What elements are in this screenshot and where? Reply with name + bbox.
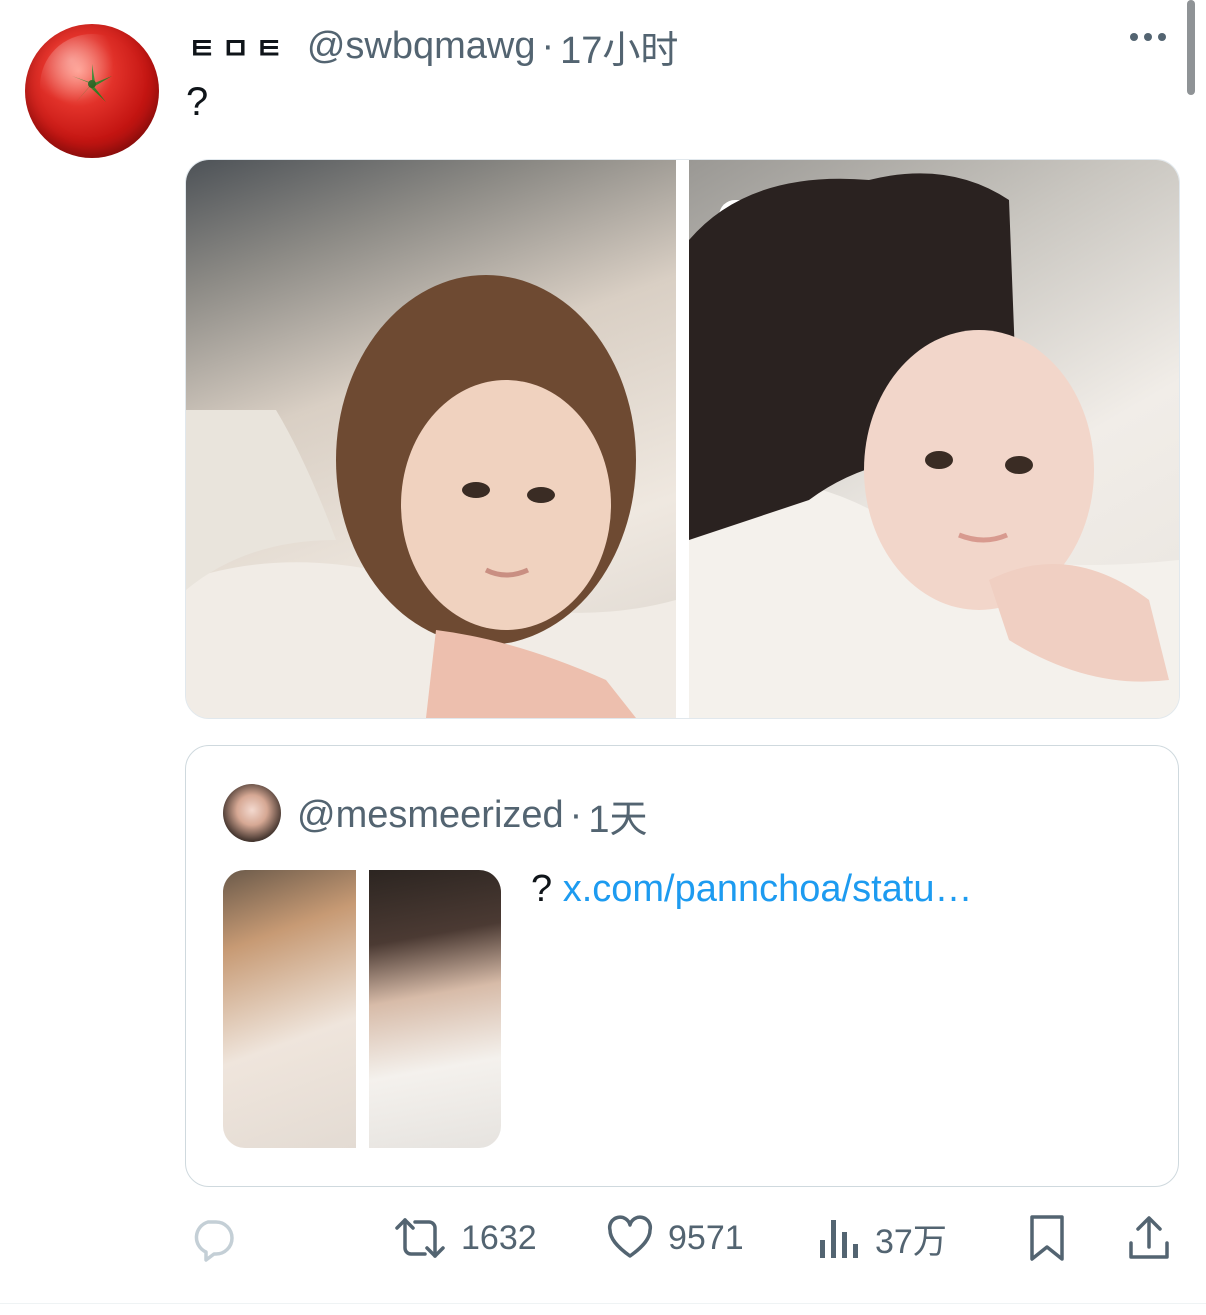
- separator: ·: [541, 24, 555, 67]
- bookmark-button[interactable]: [1026, 1210, 1068, 1266]
- retweet-count: 1632: [461, 1218, 537, 1257]
- like-count: 9571: [668, 1218, 744, 1257]
- tweet-time[interactable]: 17小时: [560, 19, 678, 74]
- retweet-button[interactable]: 1632: [393, 1210, 537, 1266]
- action-bar: 1632 9571 37万: [0, 1210, 1206, 1270]
- quoted-tweet[interactable]: @mesmeerized · 1天 ? x.com/pannchoa/statu…: [185, 745, 1179, 1187]
- photo-1-illustration: [186, 275, 676, 718]
- tweet-media[interactable]: [185, 159, 1180, 719]
- quoted-handle[interactable]: @mesmeerized: [297, 794, 564, 837]
- tweet-header: ㅌㅁㅌ @swbqmawg · 17小时: [188, 22, 678, 72]
- more-icon[interactable]: [1130, 33, 1166, 41]
- share-icon: [1129, 1216, 1169, 1259]
- quoted-separator: ·: [569, 794, 583, 836]
- display-name[interactable]: ㅌㅁㅌ: [188, 24, 289, 68]
- quoted-avatar[interactable]: [223, 784, 281, 842]
- photo-1[interactable]: [186, 160, 676, 718]
- bookmark-icon: [1030, 1215, 1064, 1261]
- quoted-link[interactable]: x.com/pannchoa/statu…: [563, 868, 973, 910]
- reply-icon: [194, 1220, 234, 1262]
- photo-2-illustration: [689, 173, 1179, 718]
- quoted-time[interactable]: 1天: [588, 788, 647, 843]
- quoted-text-prefix: ?: [531, 868, 553, 910]
- retweet-icon: [395, 1218, 445, 1258]
- quoted-media[interactable]: [223, 870, 501, 1148]
- scrollbar[interactable]: [1187, 0, 1195, 95]
- tweet-text: ?: [186, 80, 209, 124]
- share-button[interactable]: [1126, 1210, 1172, 1266]
- quoted-header: @mesmeerized · 1天: [297, 788, 647, 843]
- quoted-photo-2: [369, 870, 501, 1148]
- photo-2[interactable]: [689, 160, 1179, 718]
- reply-button[interactable]: [188, 1210, 250, 1266]
- like-button[interactable]: 9571: [606, 1210, 744, 1266]
- quoted-text: ? x.com/pannchoa/statu…: [531, 868, 972, 911]
- tomato-stem-icon: [72, 64, 112, 102]
- views-count: 37万: [875, 1222, 947, 1261]
- views-icon: [820, 1220, 858, 1258]
- divider: [0, 1303, 1206, 1304]
- avatar[interactable]: [25, 24, 159, 158]
- quoted-photo-1: [223, 870, 356, 1148]
- views-button[interactable]: 37万: [817, 1210, 947, 1266]
- user-handle[interactable]: @swbqmawg: [307, 25, 536, 68]
- like-icon: [607, 1215, 653, 1258]
